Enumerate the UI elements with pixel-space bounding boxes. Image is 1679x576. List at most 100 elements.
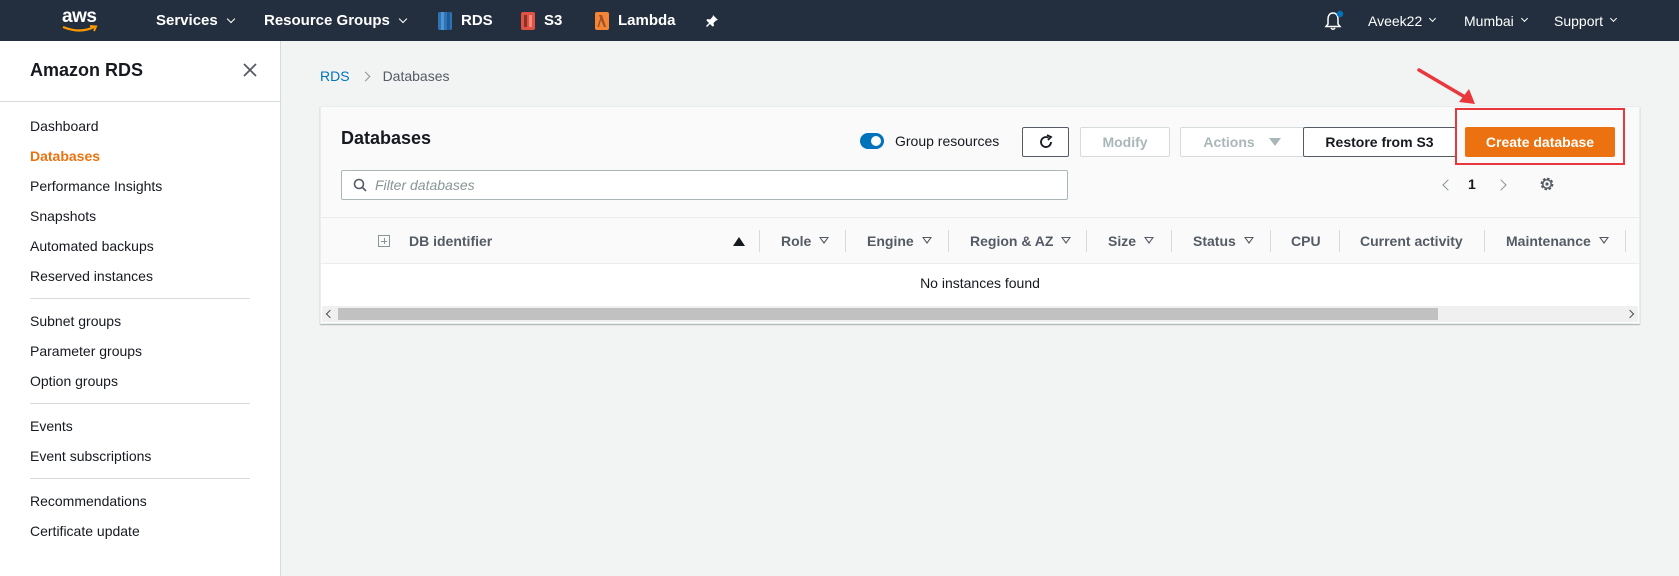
column-separator (948, 230, 949, 252)
pin-shortcut-button[interactable] (705, 0, 719, 41)
column-separator (845, 230, 846, 252)
pinned-service-rds[interactable]: RDS (437, 0, 493, 41)
sidebar-item-certificate-update[interactable]: Certificate update (30, 523, 140, 539)
column-separator (1086, 230, 1087, 252)
column-label: Role (781, 232, 812, 249)
filter-databases-input[interactable] (375, 171, 1055, 199)
pinned-label: Lambda (618, 12, 676, 29)
column-separator (1484, 230, 1485, 252)
column-status[interactable]: Status (1193, 218, 1254, 263)
pinned-service-s3[interactable]: S3 (520, 0, 562, 41)
filter-databases-field[interactable] (341, 170, 1068, 200)
aws-logo[interactable]: aws (60, 5, 104, 35)
resource-groups-label: Resource Groups (264, 12, 390, 29)
chevron-right-icon (360, 71, 371, 81)
bell-icon (1324, 10, 1344, 30)
pin-icon (706, 14, 718, 27)
user-menu[interactable]: Aveek22 (1368, 0, 1437, 41)
chevron-down-icon (226, 14, 235, 23)
sidebar-item-performance-insights[interactable]: Performance Insights (30, 178, 162, 194)
sidebar-item-dashboard[interactable]: Dashboard (30, 118, 99, 134)
refresh-button[interactable] (1022, 127, 1069, 157)
column-separator (1625, 230, 1626, 252)
column-engine[interactable]: Engine (867, 218, 932, 263)
services-menu[interactable]: Services (156, 0, 235, 41)
group-resources-toggle[interactable] (860, 133, 884, 149)
aws-smile-icon (62, 25, 98, 32)
sidebar-divider (30, 403, 250, 404)
chevron-down-icon (398, 14, 408, 23)
restore-from-s3-button[interactable]: Restore from S3 (1303, 127, 1456, 157)
sidebar-item-subnet-groups[interactable]: Subnet groups (30, 313, 121, 329)
table-header-row: DB identifier Role Engine Region & AZ Si… (321, 217, 1639, 264)
lambda-service-icon (595, 11, 609, 30)
rds-service-icon (438, 11, 452, 30)
sidebar-item-events[interactable]: Events (30, 418, 73, 434)
support-menu[interactable]: Support (1554, 0, 1618, 41)
chevron-down-icon (1520, 14, 1528, 23)
column-role[interactable]: Role (781, 218, 830, 263)
highlight-annotation-box (1455, 108, 1625, 165)
pinned-service-lambda[interactable]: Lambda (594, 0, 676, 41)
resource-groups-menu[interactable]: Resource Groups (264, 0, 408, 41)
column-separator (1270, 230, 1271, 252)
actions-label: Actions (1203, 134, 1255, 150)
breadcrumb-rds-link[interactable]: RDS (320, 68, 350, 84)
column-current-activity[interactable]: Current activity (1360, 218, 1463, 263)
sort-down-icon (1598, 237, 1609, 244)
chevron-down-icon (1610, 14, 1618, 23)
sort-down-icon (1061, 237, 1072, 244)
red-arrow-annotation-icon (1417, 68, 1475, 104)
top-navigation-bar: aws Services Resource Groups RDS S3 Lamb… (0, 0, 1679, 41)
sidebar-item-automated-backups[interactable]: Automated backups (30, 238, 154, 254)
sidebar-item-reserved-instances[interactable]: Reserved instances (30, 268, 153, 284)
sidebar-item-snapshots[interactable]: Snapshots (30, 208, 96, 224)
s3-service-icon (521, 11, 535, 30)
column-db-identifier[interactable]: DB identifier (409, 218, 492, 263)
horizontal-scrollbar[interactable] (322, 306, 1638, 322)
sidebar-item-option-groups[interactable]: Option groups (30, 373, 118, 389)
sidebar-header-divider (0, 101, 281, 102)
column-region-az[interactable]: Region & AZ (970, 218, 1072, 263)
services-label: Services (156, 12, 218, 29)
breadcrumb-current: Databases (382, 68, 450, 84)
region-menu[interactable]: Mumbai (1464, 0, 1528, 41)
panel-header (321, 107, 1639, 217)
current-page-number[interactable]: 1 (1468, 176, 1476, 192)
notifications-button[interactable] (1324, 0, 1344, 41)
sort-down-icon (1243, 237, 1254, 244)
scrollbar-thumb[interactable] (338, 308, 1438, 320)
column-maintenance[interactable]: Maintenance (1506, 218, 1609, 263)
databases-panel: Databases Group resources Modify Actions… (320, 106, 1640, 324)
column-label: Current activity (1360, 232, 1463, 249)
gear-icon[interactable] (1538, 175, 1556, 193)
sidebar-item-databases[interactable]: Databases (30, 148, 100, 164)
user-name: Aveek22 (1368, 12, 1423, 29)
region-name: Mumbai (1464, 12, 1514, 29)
sort-down-icon (819, 237, 830, 244)
caret-down-icon (1268, 138, 1281, 146)
sort-down-icon (921, 237, 932, 244)
refresh-icon (1039, 134, 1053, 148)
column-label: Engine (867, 232, 914, 249)
scroll-left-icon[interactable] (325, 309, 335, 319)
column-size[interactable]: Size (1108, 218, 1155, 263)
sidebar-divider (30, 298, 250, 299)
expand-all-icon[interactable] (378, 235, 390, 247)
sidebar-title: Amazon RDS (30, 60, 144, 80)
column-cpu[interactable]: CPU (1291, 218, 1321, 263)
support-label: Support (1554, 12, 1604, 29)
sidebar-item-parameter-groups[interactable]: Parameter groups (30, 343, 142, 359)
breadcrumb: RDS Databases (320, 68, 450, 84)
sidebar-item-event-subscriptions[interactable]: Event subscriptions (30, 448, 151, 464)
column-label: Size (1108, 232, 1137, 249)
actions-dropdown-button[interactable]: Actions (1180, 127, 1304, 157)
group-resources-label: Group resources (895, 133, 1000, 149)
column-separator (1171, 230, 1172, 252)
modify-button[interactable]: Modify (1080, 127, 1170, 157)
chevron-down-icon (1429, 14, 1437, 23)
scroll-right-icon[interactable] (1625, 309, 1635, 319)
sidebar-item-recommendations[interactable]: Recommendations (30, 493, 147, 509)
close-icon[interactable] (241, 61, 259, 79)
sort-ascending-icon[interactable] (733, 237, 745, 246)
